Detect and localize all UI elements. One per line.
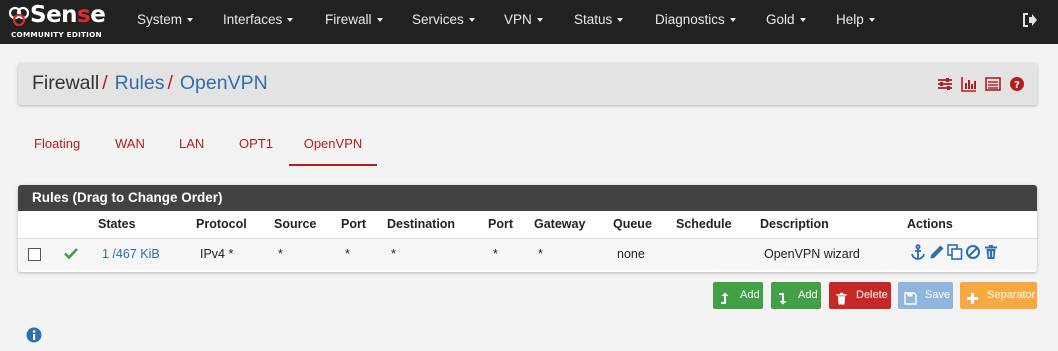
level-down-icon bbox=[777, 289, 790, 305]
check-icon[interactable] bbox=[64, 246, 78, 260]
nav-firewall[interactable]: Firewall bbox=[325, 0, 383, 44]
trash-icon bbox=[835, 289, 848, 305]
copy-icon[interactable] bbox=[947, 244, 963, 260]
info-icon[interactable] bbox=[26, 327, 42, 343]
row-states-link[interactable]: 1 /467 KiB bbox=[102, 247, 160, 261]
anchor-icon[interactable] bbox=[910, 244, 926, 260]
row-description: OpenVPN wizard bbox=[764, 247, 860, 261]
row-source: * bbox=[278, 247, 283, 261]
col-queue: Queue bbox=[613, 217, 652, 231]
nav-vpn[interactable]: VPN bbox=[504, 0, 543, 44]
breadcrumb-separator: / bbox=[167, 72, 173, 94]
nav-diagnostics[interactable]: Diagnostics bbox=[655, 0, 736, 44]
breadcrumb-firewall: Firewall bbox=[32, 72, 100, 94]
logo-mark-icon bbox=[8, 6, 30, 27]
caret-down-icon bbox=[287, 18, 294, 23]
col-source: Source bbox=[274, 217, 317, 231]
sliders-icon[interactable] bbox=[937, 76, 953, 92]
col-destination: Destination bbox=[387, 217, 456, 231]
add-top-button[interactable]: Add bbox=[713, 282, 763, 309]
row-select-checkbox[interactable] bbox=[28, 248, 41, 261]
nav-help[interactable]: Help bbox=[836, 0, 875, 44]
caret-down-icon bbox=[376, 18, 383, 23]
caret-down-icon bbox=[536, 18, 543, 23]
caret-down-icon bbox=[729, 18, 736, 23]
svg-text:?: ? bbox=[1014, 80, 1020, 91]
save-button[interactable]: Save bbox=[898, 282, 953, 309]
list-icon[interactable] bbox=[985, 76, 1001, 92]
row-queue: none bbox=[617, 247, 645, 261]
question-circle-icon[interactable]: ? bbox=[1009, 76, 1025, 92]
logo-subtitle: COMMUNITY EDITION bbox=[11, 30, 102, 39]
add-separator-button[interactable]: Separator bbox=[960, 282, 1037, 309]
tab-wan[interactable]: WAN bbox=[115, 130, 145, 166]
caret-down-icon bbox=[468, 18, 475, 23]
pencil-icon[interactable] bbox=[929, 244, 945, 260]
row-source-port: * bbox=[345, 247, 350, 261]
caret-down-icon bbox=[187, 18, 194, 23]
nav-gold[interactable]: Gold bbox=[766, 0, 806, 44]
nav-system[interactable]: System bbox=[137, 0, 194, 44]
col-gateway: Gateway bbox=[534, 217, 586, 231]
level-up-icon bbox=[719, 289, 732, 304]
nav-services[interactable]: Services bbox=[412, 0, 475, 44]
plus-icon bbox=[966, 289, 979, 304]
add-bottom-button[interactable]: Add bbox=[771, 282, 821, 309]
col-dest-port: Port bbox=[488, 217, 513, 231]
delete-button[interactable]: Delete bbox=[829, 282, 891, 309]
row-destination: * bbox=[391, 247, 396, 261]
row-destination-port: * bbox=[493, 247, 498, 261]
breadcrumb-separator: / bbox=[102, 72, 108, 94]
col-description: Description bbox=[760, 217, 829, 231]
nav-status[interactable]: Status bbox=[574, 0, 624, 44]
breadcrumb: Firewall / Rules / OpenVPN ? bbox=[18, 63, 1037, 105]
table-row[interactable] bbox=[18, 238, 1037, 270]
row-protocol: IPv4 * bbox=[200, 247, 234, 261]
tab-opt1[interactable]: OPT1 bbox=[239, 130, 273, 166]
col-protocol: Protocol bbox=[196, 217, 247, 231]
caret-down-icon bbox=[617, 18, 624, 23]
breadcrumb-rules-link[interactable]: Rules bbox=[115, 72, 165, 94]
col-actions: Actions bbox=[907, 217, 953, 231]
logo-wordmark: Sense bbox=[30, 2, 106, 28]
bar-chart-icon[interactable] bbox=[961, 76, 977, 92]
col-port: Port bbox=[341, 217, 366, 231]
tab-openvpn[interactable]: OpenVPN bbox=[289, 130, 377, 166]
save-icon bbox=[904, 289, 917, 305]
row-gateway: * bbox=[538, 247, 543, 261]
tab-floating[interactable]: Floating bbox=[34, 130, 80, 166]
rules-panel: Rules (Drag to Change Order) States Prot… bbox=[18, 185, 1037, 272]
ban-icon[interactable] bbox=[965, 244, 981, 260]
caret-down-icon bbox=[799, 18, 806, 23]
tab-lan[interactable]: LAN bbox=[179, 130, 204, 166]
breadcrumb-openvpn-link[interactable]: OpenVPN bbox=[180, 72, 268, 94]
sign-out-icon[interactable] bbox=[1022, 12, 1038, 28]
trash-icon[interactable] bbox=[983, 244, 999, 260]
rules-panel-title: Rules (Drag to Change Order) bbox=[18, 185, 1037, 211]
pfsense-logo[interactable]: Sense COMMUNITY EDITION bbox=[8, 2, 113, 40]
nav-interfaces[interactable]: Interfaces bbox=[223, 0, 294, 44]
caret-down-icon bbox=[868, 18, 875, 23]
col-states: States bbox=[98, 217, 136, 231]
top-navbar: Sense COMMUNITY EDITION System Interface… bbox=[0, 0, 1058, 44]
col-schedule: Schedule bbox=[676, 217, 732, 231]
